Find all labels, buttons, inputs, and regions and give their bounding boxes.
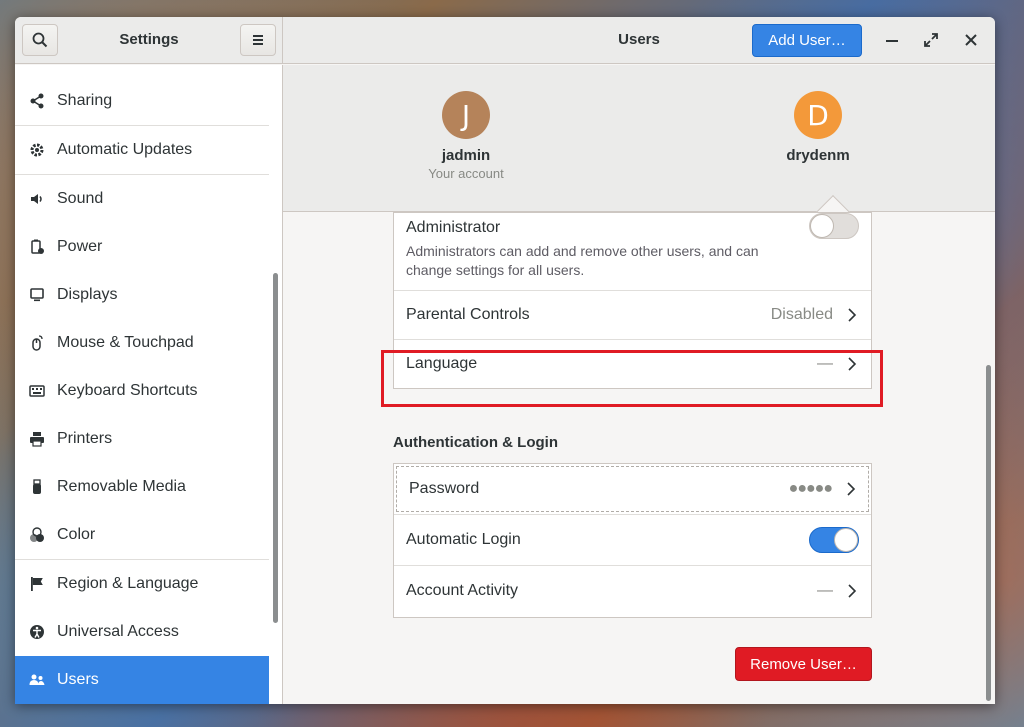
settings-window: Settings Users Add User… Sharing Automat… [15, 17, 995, 704]
main-scrollbar-thumb[interactable] [986, 365, 991, 701]
account-activity-label: Account Activity [406, 582, 519, 599]
keyboard-icon [29, 383, 45, 399]
flag-icon [29, 576, 45, 592]
user-switcher: J jadmin Your account D drydenm [283, 65, 995, 212]
remove-user-button[interactable]: Remove User… [735, 647, 872, 681]
speaker-icon [29, 191, 45, 207]
add-user-button[interactable]: Add User… [752, 24, 862, 57]
menu-button[interactable] [240, 24, 276, 56]
gear-icon [29, 142, 45, 158]
sidebar-scrollbar[interactable] [269, 65, 283, 704]
sidebar-item-universal-access[interactable]: Universal Access [15, 608, 269, 656]
sidebar-item-label: Users [57, 671, 99, 688]
administrator-description: Administrators can add and remove other … [406, 243, 759, 278]
password-label: Password [409, 480, 480, 497]
maximize-button[interactable] [918, 27, 944, 53]
sidebar-header: Settings [15, 17, 283, 64]
sidebar-item-keyboard-shortcuts[interactable]: Keyboard Shortcuts [15, 367, 269, 415]
sidebar-item-users[interactable]: Users [15, 656, 269, 704]
chevron-right-icon [847, 482, 856, 496]
auth-section-title: Authentication & Login [393, 434, 558, 451]
battery-icon [29, 239, 45, 255]
mouse-icon [29, 335, 45, 351]
auth-card: Password ●●●●● Automatic Login Account A… [393, 463, 872, 618]
automatic-login-switch[interactable] [809, 527, 859, 553]
accessibility-icon [29, 624, 45, 640]
sidebar-item-sound[interactable]: Sound [15, 175, 269, 223]
hamburger-icon [253, 35, 263, 45]
sidebar-item-label: Automatic Updates [57, 141, 193, 158]
automatic-login-label: Automatic Login [406, 531, 521, 548]
administrator-row: Administrator Administrators can add and… [394, 213, 871, 290]
sidebar-item-mouse-touchpad[interactable]: Mouse & Touchpad [15, 319, 269, 367]
users-panel: J jadmin Your account D drydenm Administ… [283, 65, 995, 704]
sidebar-item-label: Sound [57, 190, 104, 207]
parental-controls-value: Disabled [770, 306, 833, 323]
parental-controls-label: Parental Controls [406, 306, 530, 323]
sidebar-item-removable-media[interactable]: Removable Media [15, 463, 269, 511]
switch-knob [810, 214, 834, 238]
sidebar-item-label: Displays [57, 286, 118, 303]
printer-icon [29, 431, 45, 447]
avatar: J [442, 91, 490, 139]
automatic-login-row: Automatic Login [394, 515, 871, 565]
chevron-right-icon [848, 308, 857, 322]
user-subtitle: Your account [428, 166, 504, 181]
password-row[interactable]: Password ●●●●● [396, 466, 869, 512]
sidebar-item-displays[interactable]: Displays [15, 271, 269, 319]
sidebar-item-printers[interactable]: Printers [15, 415, 269, 463]
sidebar: Sharing Automatic Updates Sound Power Di… [15, 65, 269, 704]
account-activity-value: — [817, 582, 833, 599]
users-icon [29, 672, 45, 688]
share-icon [29, 93, 45, 109]
sidebar-item-label: Printers [57, 430, 113, 447]
user-name: drydenm [786, 147, 850, 164]
close-button[interactable] [958, 27, 984, 53]
account-activity-row[interactable]: Account Activity — [394, 566, 871, 616]
sidebar-item-label: Power [57, 238, 103, 255]
administrator-label: Administrator [406, 219, 501, 236]
sidebar-item-label: Sharing [57, 92, 113, 109]
sidebar-item-automatic-updates[interactable]: Automatic Updates [15, 126, 269, 174]
close-icon [965, 34, 977, 46]
sidebar-item-power[interactable]: Power [15, 223, 269, 271]
sidebar-item-label: Color [57, 526, 96, 543]
switch-knob [834, 528, 858, 552]
user-name: jadmin [441, 147, 491, 164]
sidebar-item-color[interactable]: Color [15, 511, 269, 559]
color-icon [29, 527, 45, 543]
sidebar-item-label: Region & Language [57, 575, 199, 592]
sidebar-item-label: Removable Media [57, 478, 186, 495]
language-highlight-box [381, 350, 883, 407]
chevron-right-icon [848, 584, 857, 598]
password-value: ●●●●● [788, 480, 833, 497]
sidebar-item-label: Mouse & Touchpad [57, 334, 194, 351]
sidebar-item-region-language[interactable]: Region & Language [15, 560, 269, 608]
minimize-button[interactable] [879, 27, 905, 53]
parental-controls-row[interactable]: Parental Controls Disabled [394, 291, 871, 339]
sidebar-item-sharing[interactable]: Sharing [15, 77, 269, 125]
usb-icon [29, 479, 45, 495]
monitor-icon [29, 287, 45, 303]
sidebar-item-label: Keyboard Shortcuts [57, 382, 198, 399]
sidebar-scrollbar-thumb[interactable] [273, 273, 278, 623]
maximize-icon [924, 33, 938, 47]
administrator-switch[interactable] [809, 213, 859, 239]
main-header: Users Add User… [283, 17, 995, 64]
sidebar-item-label: Universal Access [57, 623, 179, 640]
minimize-icon [886, 40, 898, 42]
avatar: D [794, 91, 842, 139]
